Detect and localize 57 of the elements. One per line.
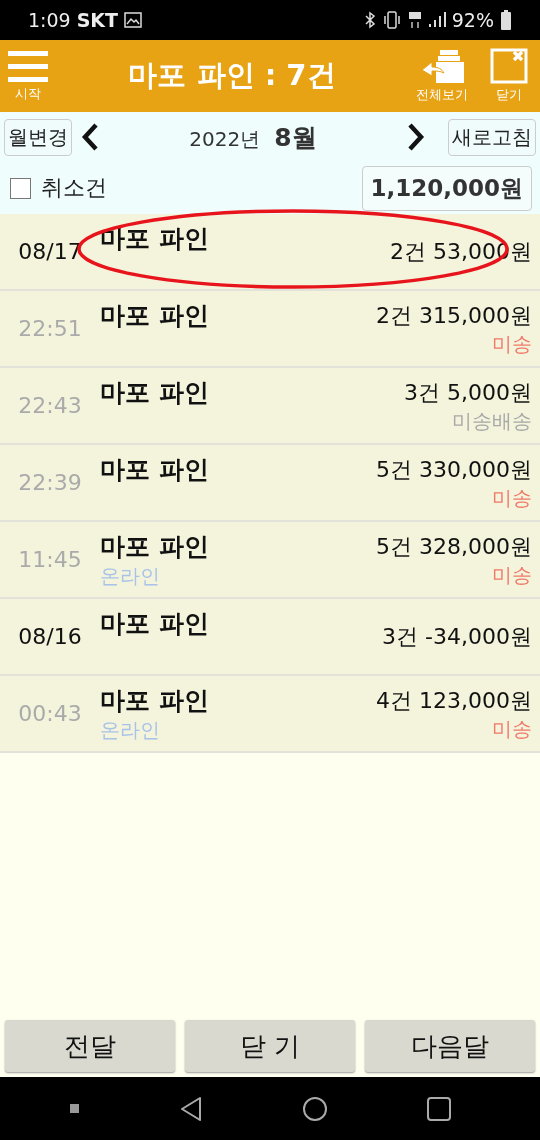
customer-name: 마포 파인	[100, 377, 209, 409]
lte-icon	[407, 11, 422, 29]
row-time: 22:43	[17, 392, 83, 420]
recents-icon[interactable]	[426, 1096, 451, 1121]
customer-name: 마포 파인	[100, 300, 209, 332]
bluetooth-icon	[363, 11, 376, 29]
row-time: 11:45	[17, 546, 83, 574]
delivery-status: 미송	[492, 485, 532, 512]
channel-label: 온라인	[100, 717, 160, 744]
chevron-left-icon	[80, 122, 100, 152]
battery-icon	[500, 10, 512, 30]
row-amount: 3건 5,000원	[404, 379, 532, 407]
back-icon[interactable]	[178, 1095, 203, 1122]
row-amount: 3건 -34,000원	[382, 622, 532, 651]
row-time: 00:43	[17, 700, 83, 728]
year-label: 2022년	[189, 125, 261, 153]
customer-name: 마포 파인	[100, 454, 209, 486]
customer-name: 마포 파인	[100, 608, 209, 640]
delivery-status: 미송	[492, 716, 532, 743]
transaction-row[interactable]: 22:51 마포 파인 2건 315,000원 미송	[0, 291, 540, 368]
home-icon[interactable]	[301, 1095, 328, 1122]
vibrate-icon	[381, 11, 402, 29]
row-amount: 4건 123,000원	[376, 687, 532, 715]
total-amount: 1,120,000원	[361, 165, 532, 211]
channel-label: 온라인	[100, 563, 160, 590]
customer-name: 마포 파인	[100, 685, 209, 717]
battery-percent: 92%	[451, 9, 494, 31]
row-date: 08/17	[17, 238, 83, 266]
change-month-button[interactable]: 월변경	[4, 118, 72, 156]
carrier-name: SKT	[76, 9, 119, 31]
customer-name: 마포 파인	[100, 531, 209, 563]
signal-icon	[427, 12, 446, 28]
transaction-row[interactable]: 22:43 마포 파인 3건 5,000원 미송배송	[0, 368, 540, 445]
row-time: 22:39	[17, 469, 83, 497]
row-date: 08/16	[17, 623, 83, 651]
close-window-icon	[490, 48, 528, 84]
footer-button[interactable]: 다음달	[365, 1020, 535, 1072]
customer-name: 마포 파인	[100, 223, 209, 255]
cancelled-checkbox[interactable]: 취소건	[10, 173, 107, 203]
row-amount: 5건 330,000원	[376, 456, 532, 484]
delivery-status: 미송배송	[452, 408, 532, 435]
chevron-right-icon	[406, 122, 426, 152]
footer-button[interactable]: 닫 기	[185, 1020, 355, 1072]
menu-icon	[8, 49, 48, 83]
delivery-status: 미송	[492, 331, 532, 358]
footer-button[interactable]: 전달	[5, 1020, 175, 1072]
delivery-status: 미송	[492, 562, 532, 589]
month-label: 8월	[274, 121, 317, 154]
transaction-row[interactable]: 22:39 마포 파인 5건 330,000원 미송	[0, 445, 540, 522]
status-time: 1:09	[28, 9, 71, 31]
refresh-button[interactable]: 새로고침	[448, 118, 536, 156]
row-amount: 2건 315,000원	[376, 302, 532, 330]
header-title: 마포 파인 : 7건	[127, 57, 337, 94]
row-amount: 5건 328,000원	[376, 533, 532, 561]
transaction-row[interactable]: 08/16 마포 파인 3건 -34,000원	[0, 599, 540, 676]
gallery-icon	[124, 12, 143, 28]
row-time: 22:51	[17, 315, 83, 343]
